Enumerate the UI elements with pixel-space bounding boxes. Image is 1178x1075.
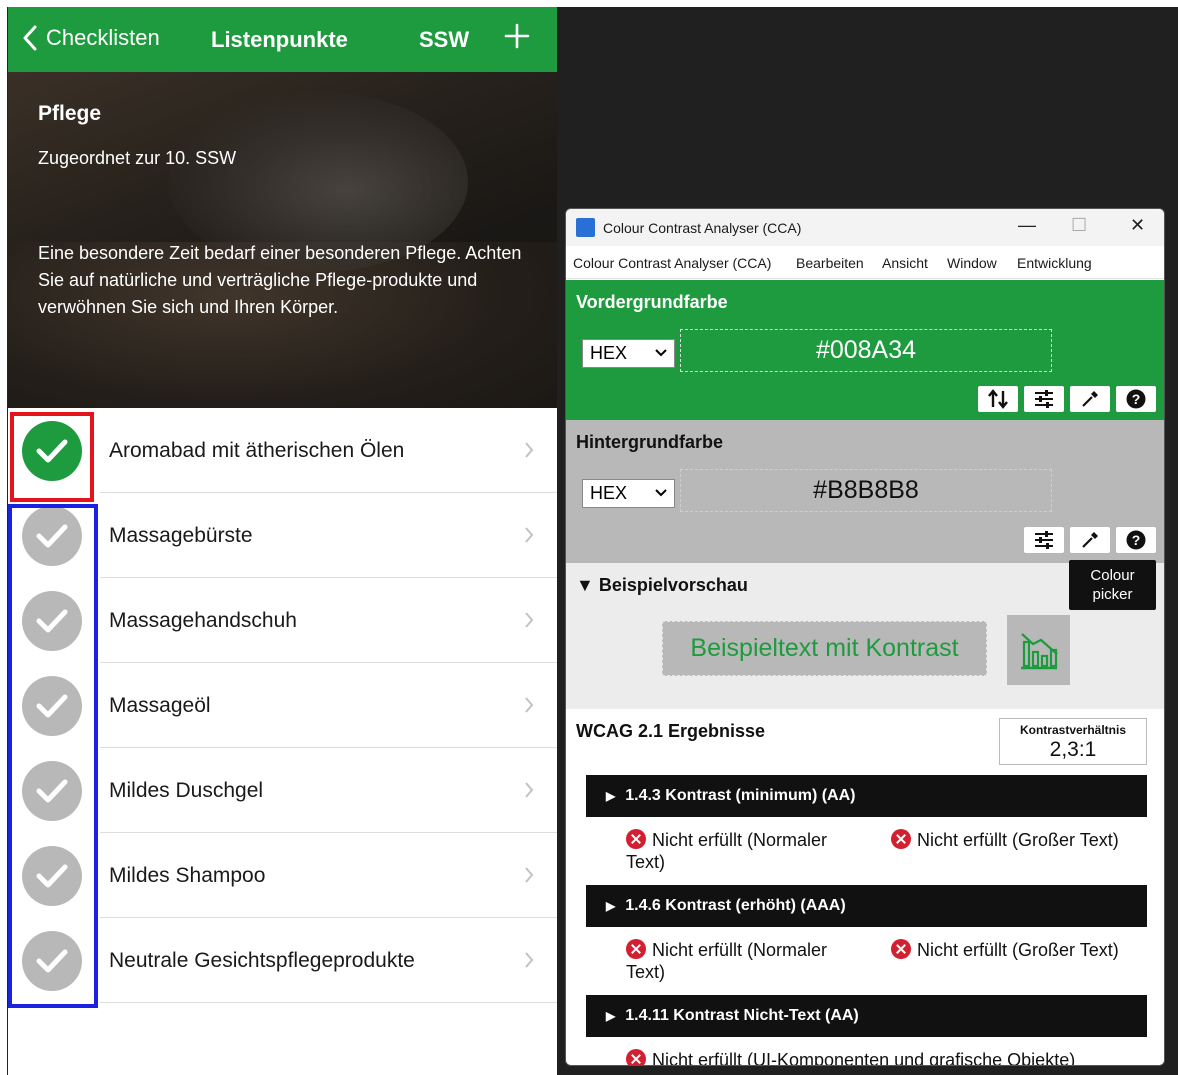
add-button[interactable] [504, 23, 530, 54]
back-button[interactable]: Checklisten [22, 25, 160, 51]
menu-window[interactable]: Window [947, 255, 997, 271]
foreground-toolbar: ? [978, 386, 1156, 412]
foreground-help-button[interactable]: ? [1116, 386, 1156, 412]
list-item-label: Aromabad mit ätherischen Ölen [109, 439, 405, 462]
svg-text:?: ? [1132, 532, 1141, 548]
sliders-icon [1035, 390, 1053, 408]
svg-text:?: ? [1132, 391, 1141, 407]
fail-icon [626, 829, 646, 849]
menu-bar: Colour Contrast Analyser (CCA) Bearbeite… [566, 246, 1164, 279]
results-title: WCAG 2.1 Ergebnisse [576, 721, 766, 741]
foreground-label: Vordergrundfarbe [576, 292, 728, 312]
result-1-4-6-normal: Nicht erfüllt (Normaler Text) [626, 939, 828, 982]
foreground-hex-input[interactable]: #008A34 [680, 329, 1052, 372]
chevron-right-icon [524, 781, 534, 804]
wcag-results-section: WCAG 2.1 Ergebnisse Kontrastverhältnis 2… [566, 709, 1164, 1065]
back-label: Checklisten [46, 25, 160, 50]
list-item-label: Massageöl [109, 694, 211, 717]
chevron-right-icon [524, 441, 534, 464]
help-icon: ? [1126, 389, 1146, 409]
swap-colors-button[interactable] [978, 386, 1018, 412]
list-item-label: Massagebürste [109, 524, 253, 547]
maximize-button[interactable]: ☐ [1071, 215, 1087, 236]
background-panel: Hintergrundfarbe HEX #B8B8B8 ? [566, 420, 1164, 563]
foreground-sliders-button[interactable] [1024, 386, 1064, 412]
fail-icon [626, 1049, 646, 1065]
menu-develop[interactable]: Entwicklung [1017, 255, 1092, 271]
chevron-right-icon [524, 696, 534, 719]
foreground-format-select[interactable]: HEX [582, 339, 675, 368]
criterion-1-4-3-header[interactable]: ▶ 1.4.3 Kontrast (minimum) (AA) [586, 775, 1147, 817]
fail-icon [626, 939, 646, 959]
result-1-4-3-large: Nicht erfüllt (Großer Text) [891, 829, 1119, 851]
page-title: Listenpunkte [211, 27, 348, 52]
result-1-4-11-ui: Nicht erfüllt (UI-Komponenten und grafis… [626, 1049, 1075, 1065]
background-sliders-button[interactable] [1024, 527, 1064, 553]
criterion-1-4-6-header[interactable]: ▶ 1.4.6 Kontrast (erhöht) (AAA) [586, 885, 1147, 927]
sample-preview-toggle[interactable]: ▼ Beispielvorschau [576, 575, 748, 596]
window-titlebar: Colour Contrast Analyser (CCA) — ☐ ✕ [566, 209, 1164, 246]
background-toolbar: ? [1024, 527, 1156, 553]
chart-sample-icon [1020, 633, 1058, 670]
chevron-left-icon [23, 25, 37, 51]
menu-app[interactable]: Colour Contrast Analyser (CCA) [573, 255, 771, 271]
row-divider [100, 1002, 557, 1003]
result-1-4-6-large: Nicht erfüllt (Großer Text) [891, 939, 1119, 961]
background-colour-picker-button[interactable] [1070, 527, 1110, 553]
annotation-box-unchecked [8, 504, 98, 1008]
chevron-right-icon [524, 526, 534, 549]
top-border [0, 0, 1178, 7]
annotation-box-checked [10, 412, 94, 502]
close-button[interactable]: ✕ [1130, 215, 1145, 236]
category-title: Pflege [38, 102, 102, 125]
list-item-label: Mildes Duschgel [109, 779, 264, 802]
contrast-ratio-label: Kontrastverhältnis [1019, 723, 1127, 737]
fail-icon [891, 829, 911, 849]
criterion-1-4-11-header[interactable]: ▶ 1.4.11 Kontrast Nicht-Text (AA) [586, 995, 1147, 1037]
list-item-label: Neutrale Gesichtspflegeprodukte [109, 949, 415, 972]
fail-icon [891, 939, 911, 959]
colour-contrast-analyser-window: Colour Contrast Analyser (CCA) — ☐ ✕ Col… [565, 208, 1165, 1066]
eyedropper-icon [1082, 391, 1098, 407]
swap-arrows-icon [988, 389, 1008, 409]
foreground-panel: Vordergrundfarbe HEX #008A34 ? [566, 280, 1164, 420]
result-1-4-3-normal: Nicht erfüllt (Normaler Text) [626, 829, 828, 872]
chevron-right-icon [524, 611, 534, 634]
menu-edit[interactable]: Bearbeiten [796, 255, 864, 271]
foreground-colour-picker-button[interactable] [1070, 386, 1110, 412]
top-navigation-bar: Checklisten Listenpunkte SSW [8, 7, 557, 72]
sliders-icon [1035, 531, 1053, 549]
background-format-select[interactable]: HEX [582, 479, 675, 508]
background-label: Hintergrundfarbe [576, 432, 724, 452]
category-header: Pflege Zugeordnet zur 10. SSW Eine beson… [8, 72, 557, 408]
eyedropper-icon [1082, 532, 1098, 548]
background-hex-input[interactable]: #B8B8B8 [680, 469, 1052, 512]
plus-icon [504, 23, 530, 49]
sample-chart-box [1007, 615, 1070, 685]
app-logo-icon [576, 218, 595, 237]
background-help-button[interactable]: ? [1116, 527, 1156, 553]
colour-picker-tooltip: Colour picker [1069, 560, 1156, 610]
category-subtitle: Zugeordnet zur 10. SSW [38, 148, 237, 168]
category-description: Eine besondere Zeit bedarf einer besonde… [38, 243, 522, 317]
contrast-ratio-box: Kontrastverhältnis 2,3:1 [999, 718, 1147, 765]
menu-view[interactable]: Ansicht [882, 255, 928, 271]
chevron-right-icon [524, 866, 534, 889]
help-icon: ? [1126, 530, 1146, 550]
list-item-label: Massagehandschuh [109, 609, 297, 632]
contrast-ratio-value: 2,3:1 [1049, 738, 1097, 761]
ssw-button[interactable]: SSW [419, 27, 469, 53]
chevron-right-icon [524, 951, 534, 974]
minimize-button[interactable]: — [1018, 215, 1036, 236]
sample-text-box: Beispieltext mit Kontrast [662, 621, 987, 676]
window-title: Colour Contrast Analyser (CCA) [603, 220, 802, 236]
chevron-down-icon [655, 349, 667, 357]
chevron-down-icon [655, 489, 667, 497]
list-item-label: Mildes Shampoo [109, 864, 266, 887]
